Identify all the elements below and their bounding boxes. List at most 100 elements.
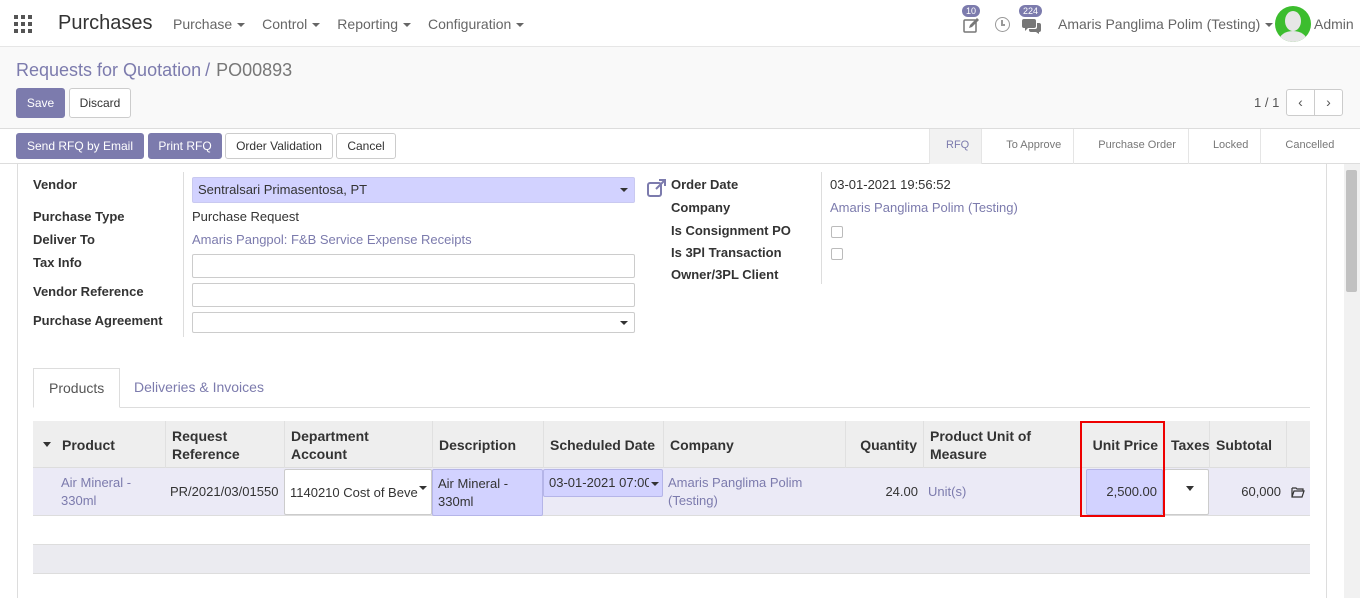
col-unit-of-measure[interactable]: Product Unit of Measure	[923, 421, 1080, 468]
admin-label[interactable]: Admin	[1314, 16, 1354, 32]
row-quantity[interactable]: 24.00	[845, 468, 923, 516]
col-description[interactable]: Description	[432, 421, 543, 468]
caret-down-icon	[620, 321, 628, 325]
col-quantity[interactable]: Quantity	[845, 421, 923, 468]
stage-rfq: RFQ	[929, 129, 982, 164]
row-department-value: 1140210 Cost of Beve	[290, 485, 418, 500]
message-count-badge: 224	[1019, 5, 1043, 17]
menu-configuration[interactable]: Configuration	[428, 16, 525, 32]
order-date-value: 03-01-2021 19:56:52	[830, 177, 951, 192]
tax-info-field[interactable]	[192, 254, 635, 278]
main-menu: Purchase Control Reporting Configuration	[173, 16, 525, 32]
field-separator	[821, 172, 822, 284]
add-line-row[interactable]	[33, 544, 1310, 574]
send-rfq-email-button[interactable]: Send RFQ by Email	[16, 133, 144, 159]
status-stages: RFQ To Approve Purchase Order Locked Can…	[929, 129, 1346, 164]
3pl-transaction-checkbox[interactable]	[831, 248, 843, 260]
row-description-input[interactable]: Air Mineral - 330ml	[432, 469, 543, 516]
vendor-field[interactable]: Sentralsari Primasentosa, PT	[192, 177, 635, 203]
chevron-left-icon: ‹	[1298, 94, 1303, 110]
owner-label: Owner/3PL Client	[671, 267, 779, 282]
caret-down-icon	[312, 23, 321, 28]
caret-down-icon	[516, 23, 525, 28]
order-date-label: Order Date	[671, 177, 739, 192]
deliver-to-label: Deliver To	[33, 232, 95, 247]
breadcrumb-rfq-link[interactable]: Requests for Quotation	[16, 60, 201, 80]
breadcrumb: Requests for Quotation / PO00893	[16, 60, 292, 81]
caret-down-icon	[419, 486, 427, 490]
row-uom-link[interactable]: Unit(s)	[923, 468, 1080, 516]
3pl-transaction-label: Is 3Pl Transaction	[671, 245, 782, 260]
discard-button[interactable]: Discard	[69, 88, 131, 118]
external-link-icon[interactable]	[647, 178, 667, 198]
tax-info-label: Tax Info	[33, 255, 82, 270]
row-department-select[interactable]: 1140210 Cost of Beve	[284, 469, 432, 515]
caret-down-icon	[403, 23, 411, 28]
stage-purchase-order: Purchase Order	[1073, 129, 1188, 164]
vendor-reference-field[interactable]	[192, 283, 635, 307]
menu-control[interactable]: Control	[262, 16, 321, 32]
vendor-value: Sentralsari Primasentosa, PT	[198, 182, 368, 197]
col-scheduled-date[interactable]: Scheduled Date	[543, 421, 663, 468]
scrollbar-thumb[interactable]	[1346, 170, 1357, 292]
pager-value: 1 / 1	[1254, 95, 1280, 110]
field-separator	[183, 172, 184, 337]
caret-down-icon	[1265, 23, 1274, 28]
row-request-reference: PR/2021/03/01550	[170, 484, 279, 499]
col-request-reference[interactable]: Request Reference	[165, 421, 284, 468]
top-navbar: Purchases Purchase Control Reporting Con…	[0, 0, 1360, 47]
scrollbar[interactable]	[1344, 164, 1360, 598]
vendor-label: Vendor	[33, 177, 78, 192]
apps-menu-icon[interactable]	[14, 15, 32, 33]
purchase-agreement-select[interactable]	[192, 312, 635, 333]
menu-configuration-label: Configuration	[428, 16, 512, 32]
unit-price-highlight	[1080, 421, 1165, 517]
row-taxes-select[interactable]	[1164, 469, 1209, 515]
chat-icon	[1022, 19, 1041, 34]
row-product-link[interactable]: Air Mineral - 330ml	[56, 468, 165, 516]
consignment-label: Is Consignment PO	[671, 223, 791, 238]
tab-deliveries-invoices[interactable]: Deliveries & Invoices	[119, 368, 279, 408]
row-subtotal: 60,000	[1241, 484, 1281, 499]
deliver-to-link[interactable]: Amaris Pangpol: F&B Service Expense Rece…	[192, 232, 472, 247]
caret-down-icon	[1186, 486, 1194, 491]
col-department-account[interactable]: Department Account	[284, 421, 432, 468]
stage-locked: Locked	[1187, 129, 1260, 164]
activity-button[interactable]: 10	[962, 5, 982, 34]
sort-toggle[interactable]	[33, 421, 57, 468]
messages-button[interactable]: 224	[1019, 5, 1044, 34]
user-menu[interactable]: Amaris Panglima Polim (Testing)	[1058, 16, 1274, 32]
purchase-agreement-label: Purchase Agreement	[33, 313, 163, 328]
save-button[interactable]: Save	[16, 88, 65, 118]
row-company-link[interactable]: Amaris Panglima Polim (Testing)	[663, 468, 845, 516]
print-rfq-button[interactable]: Print RFQ	[148, 133, 222, 159]
company-link[interactable]: Amaris Panglima Polim (Testing)	[830, 200, 1018, 215]
stage-to-approve: To Approve	[981, 129, 1073, 164]
consignment-checkbox[interactable]	[831, 226, 843, 238]
row-folder-icon[interactable]	[1286, 468, 1310, 516]
row-scheduled-date-value: 03-01-2021 07:00	[549, 475, 649, 490]
pager-next-button[interactable]: ›	[1314, 89, 1343, 116]
company-label: Company	[671, 200, 731, 215]
col-taxes[interactable]: Taxes	[1164, 421, 1210, 468]
avatar[interactable]	[1275, 6, 1311, 42]
col-subtotal[interactable]: Subtotal	[1209, 421, 1286, 468]
clock-icon[interactable]	[995, 17, 1010, 32]
col-company[interactable]: Company	[663, 421, 845, 468]
tab-products[interactable]: Products	[33, 368, 121, 408]
user-name: Amaris Panglima Polim (Testing)	[1058, 16, 1261, 32]
pager-previous-button[interactable]: ‹	[1286, 89, 1315, 116]
chevron-right-icon: ›	[1326, 94, 1331, 110]
menu-purchase[interactable]: Purchase	[173, 16, 246, 32]
cancel-button[interactable]: Cancel	[336, 133, 396, 159]
row-scheduled-date-input[interactable]: 03-01-2021 07:00	[543, 469, 663, 497]
menu-reporting-label: Reporting	[337, 16, 398, 32]
menu-reporting[interactable]: Reporting	[337, 16, 411, 32]
control-panel: Requests for Quotation / PO00893 Save Disc…	[0, 47, 1360, 129]
stage-cancelled: Cancelled	[1260, 129, 1346, 164]
col-product[interactable]: Product	[56, 421, 165, 468]
purchase-type-value: Purchase Request	[192, 209, 299, 224]
row-description-value: Air Mineral - 330ml	[438, 476, 509, 509]
order-validation-button[interactable]: Order Validation	[225, 133, 333, 159]
edit-icon	[963, 18, 979, 33]
